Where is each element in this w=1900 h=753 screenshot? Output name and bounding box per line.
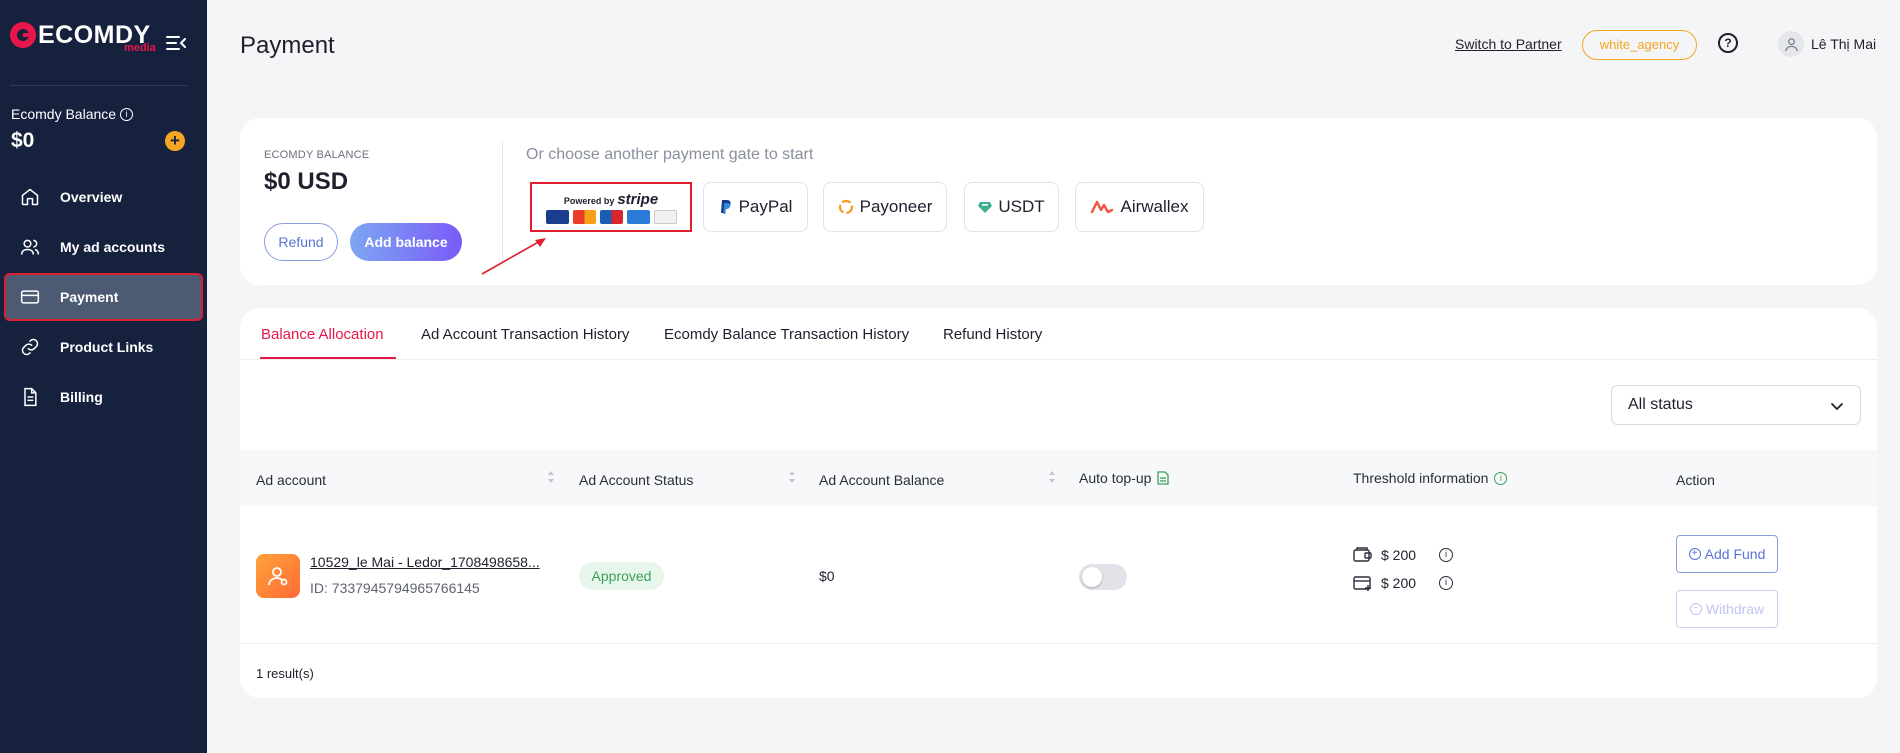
refund-button[interactable]: Refund [264, 223, 338, 261]
ad-account-avatar [256, 554, 300, 598]
ad-account-id: ID: 7337945794965766145 [310, 580, 480, 596]
sidebar-item-my-ad-accounts[interactable]: My ad accounts [6, 225, 201, 269]
stripe-gate-button[interactable]: Powered by stripe [530, 182, 692, 232]
sidebar-balance-value: $0 [11, 129, 35, 152]
card-brands [545, 209, 677, 224]
user-icon [268, 567, 288, 586]
payoneer-icon [838, 199, 853, 215]
amex-card-icon [626, 209, 650, 224]
ecomdy-balance-value: $0 USD [264, 168, 349, 195]
tabs-bar: Balance Allocation Ad Account Transactio… [240, 308, 1877, 360]
sidebar-nav: Overview My ad accounts Payment Product … [0, 175, 207, 425]
sidebar-item-label: Billing [60, 389, 103, 405]
minus-circle-icon: − [1689, 603, 1702, 615]
status-filter-select[interactable]: All status [1611, 385, 1861, 425]
column-auto-top-up: Auto top-up [1079, 470, 1170, 486]
threshold-row-1: $ 200 i [1353, 546, 1453, 564]
collapse-menu-icon[interactable] [165, 33, 187, 53]
add-balance-button[interactable]: Add balance [350, 223, 462, 261]
agency-badge[interactable]: white_agency [1582, 30, 1697, 60]
usdt-gate-button[interactable]: USDT [964, 182, 1059, 232]
column-action: Action [1676, 472, 1715, 488]
wallet-icon [1353, 547, 1372, 562]
page-title: Payment [240, 32, 335, 59]
maestro-card-icon [599, 209, 623, 224]
add-balance-plus-icon[interactable]: + [165, 131, 185, 151]
discover-card-icon [653, 209, 677, 224]
ad-account-name-link[interactable]: 10529_le Mai - Ledor_1708498658... [310, 554, 540, 570]
active-tab-indicator [260, 357, 396, 359]
sidebar-item-product-links[interactable]: Product Links [6, 325, 201, 369]
sidebar-item-payment[interactable]: Payment [4, 273, 203, 321]
user-name[interactable]: Lê Thị Mai [1811, 36, 1876, 52]
mastercard-card-icon [572, 209, 596, 224]
tab-balance-allocation[interactable]: Balance Allocation [261, 326, 384, 343]
payoneer-gate-button[interactable]: Payoneer [823, 182, 947, 232]
switch-to-partner-link[interactable]: Switch to Partner [1455, 36, 1562, 52]
ad-account-balance: $0 [819, 568, 835, 584]
stripe-logo: Powered by stripe [563, 190, 659, 208]
auto-top-up-toggle[interactable] [1079, 564, 1127, 590]
tab-refund-history[interactable]: Refund History [943, 326, 1042, 343]
tab-ecomdy-balance-transaction-history[interactable]: Ecomdy Balance Transaction History [664, 326, 909, 343]
chevron-down-icon [1831, 403, 1843, 411]
column-ad-account-status[interactable]: Ad Account Status [579, 472, 693, 488]
sidebar-item-label: My ad accounts [60, 239, 166, 255]
status-badge: Approved [579, 562, 664, 590]
logo-subtext: media [124, 42, 156, 54]
sidebar: ECOMDY media Ecomdy Balance i $0 + Overv… [0, 0, 207, 753]
table-header: Ad account Ad Account Status Ad Account … [240, 450, 1877, 506]
users-icon [19, 236, 41, 258]
sidebar-item-billing[interactable]: Billing [6, 375, 201, 419]
ecomdy-balance-label: ECOMDY BALANCE [264, 149, 370, 161]
plus-circle-icon: + [1688, 548, 1701, 560]
sort-icon[interactable] [788, 470, 796, 484]
paypal-gate-button[interactable]: PayPal [703, 182, 808, 232]
question-circle-icon[interactable]: ? [1718, 33, 1738, 53]
sidebar-item-label: Payment [60, 289, 119, 305]
sidebar-balance-label: Ecomdy Balance i [11, 106, 134, 122]
add-fund-button[interactable]: + Add Fund [1676, 535, 1778, 573]
sidebar-item-label: Product Links [60, 339, 154, 355]
annotation-arrow-icon [481, 238, 546, 275]
tab-ad-account-transaction-history[interactable]: Ad Account Transaction History [421, 326, 629, 343]
tether-icon [978, 202, 993, 213]
top-up-card-icon [1353, 576, 1371, 591]
info-icon[interactable]: i [1494, 471, 1508, 485]
home-icon [19, 186, 41, 208]
column-threshold-information: Threshold information i [1353, 470, 1508, 486]
info-icon[interactable]: i [1439, 548, 1453, 562]
info-icon[interactable]: i [120, 107, 134, 121]
payment-gate-prompt: Or choose another payment gate to start [526, 146, 814, 163]
document-icon [19, 386, 41, 408]
balance-allocation-card: Balance Allocation Ad Account Transactio… [240, 308, 1877, 698]
sidebar-divider [10, 85, 188, 86]
results-count: 1 result(s) [256, 666, 314, 681]
avatar[interactable] [1778, 31, 1804, 57]
paypal-icon [720, 200, 731, 214]
airwallex-icon [1091, 200, 1114, 214]
sidebar-item-overview[interactable]: Overview [6, 175, 201, 219]
sort-icon[interactable] [547, 470, 555, 484]
airwallex-gate-button[interactable]: Airwallex [1075, 182, 1204, 232]
sort-icon[interactable] [1048, 470, 1056, 484]
column-ad-account-balance[interactable]: Ad Account Balance [819, 472, 944, 488]
ecomdy-logo-mark-icon [10, 22, 36, 48]
sidebar-item-label: Overview [60, 189, 123, 205]
credit-card-icon [19, 286, 41, 308]
table-row: 10529_le Mai - Ledor_1708498658... ID: 7… [240, 506, 1877, 644]
link-icon [19, 336, 41, 358]
user-icon [1784, 37, 1798, 51]
withdraw-button[interactable]: − Withdraw [1676, 590, 1778, 628]
document-icon[interactable] [1157, 471, 1170, 485]
threshold-row-2: $ 200 i [1353, 574, 1453, 592]
info-icon[interactable]: i [1439, 576, 1453, 590]
visa-card-icon [545, 209, 569, 224]
column-ad-account[interactable]: Ad account [256, 472, 326, 488]
